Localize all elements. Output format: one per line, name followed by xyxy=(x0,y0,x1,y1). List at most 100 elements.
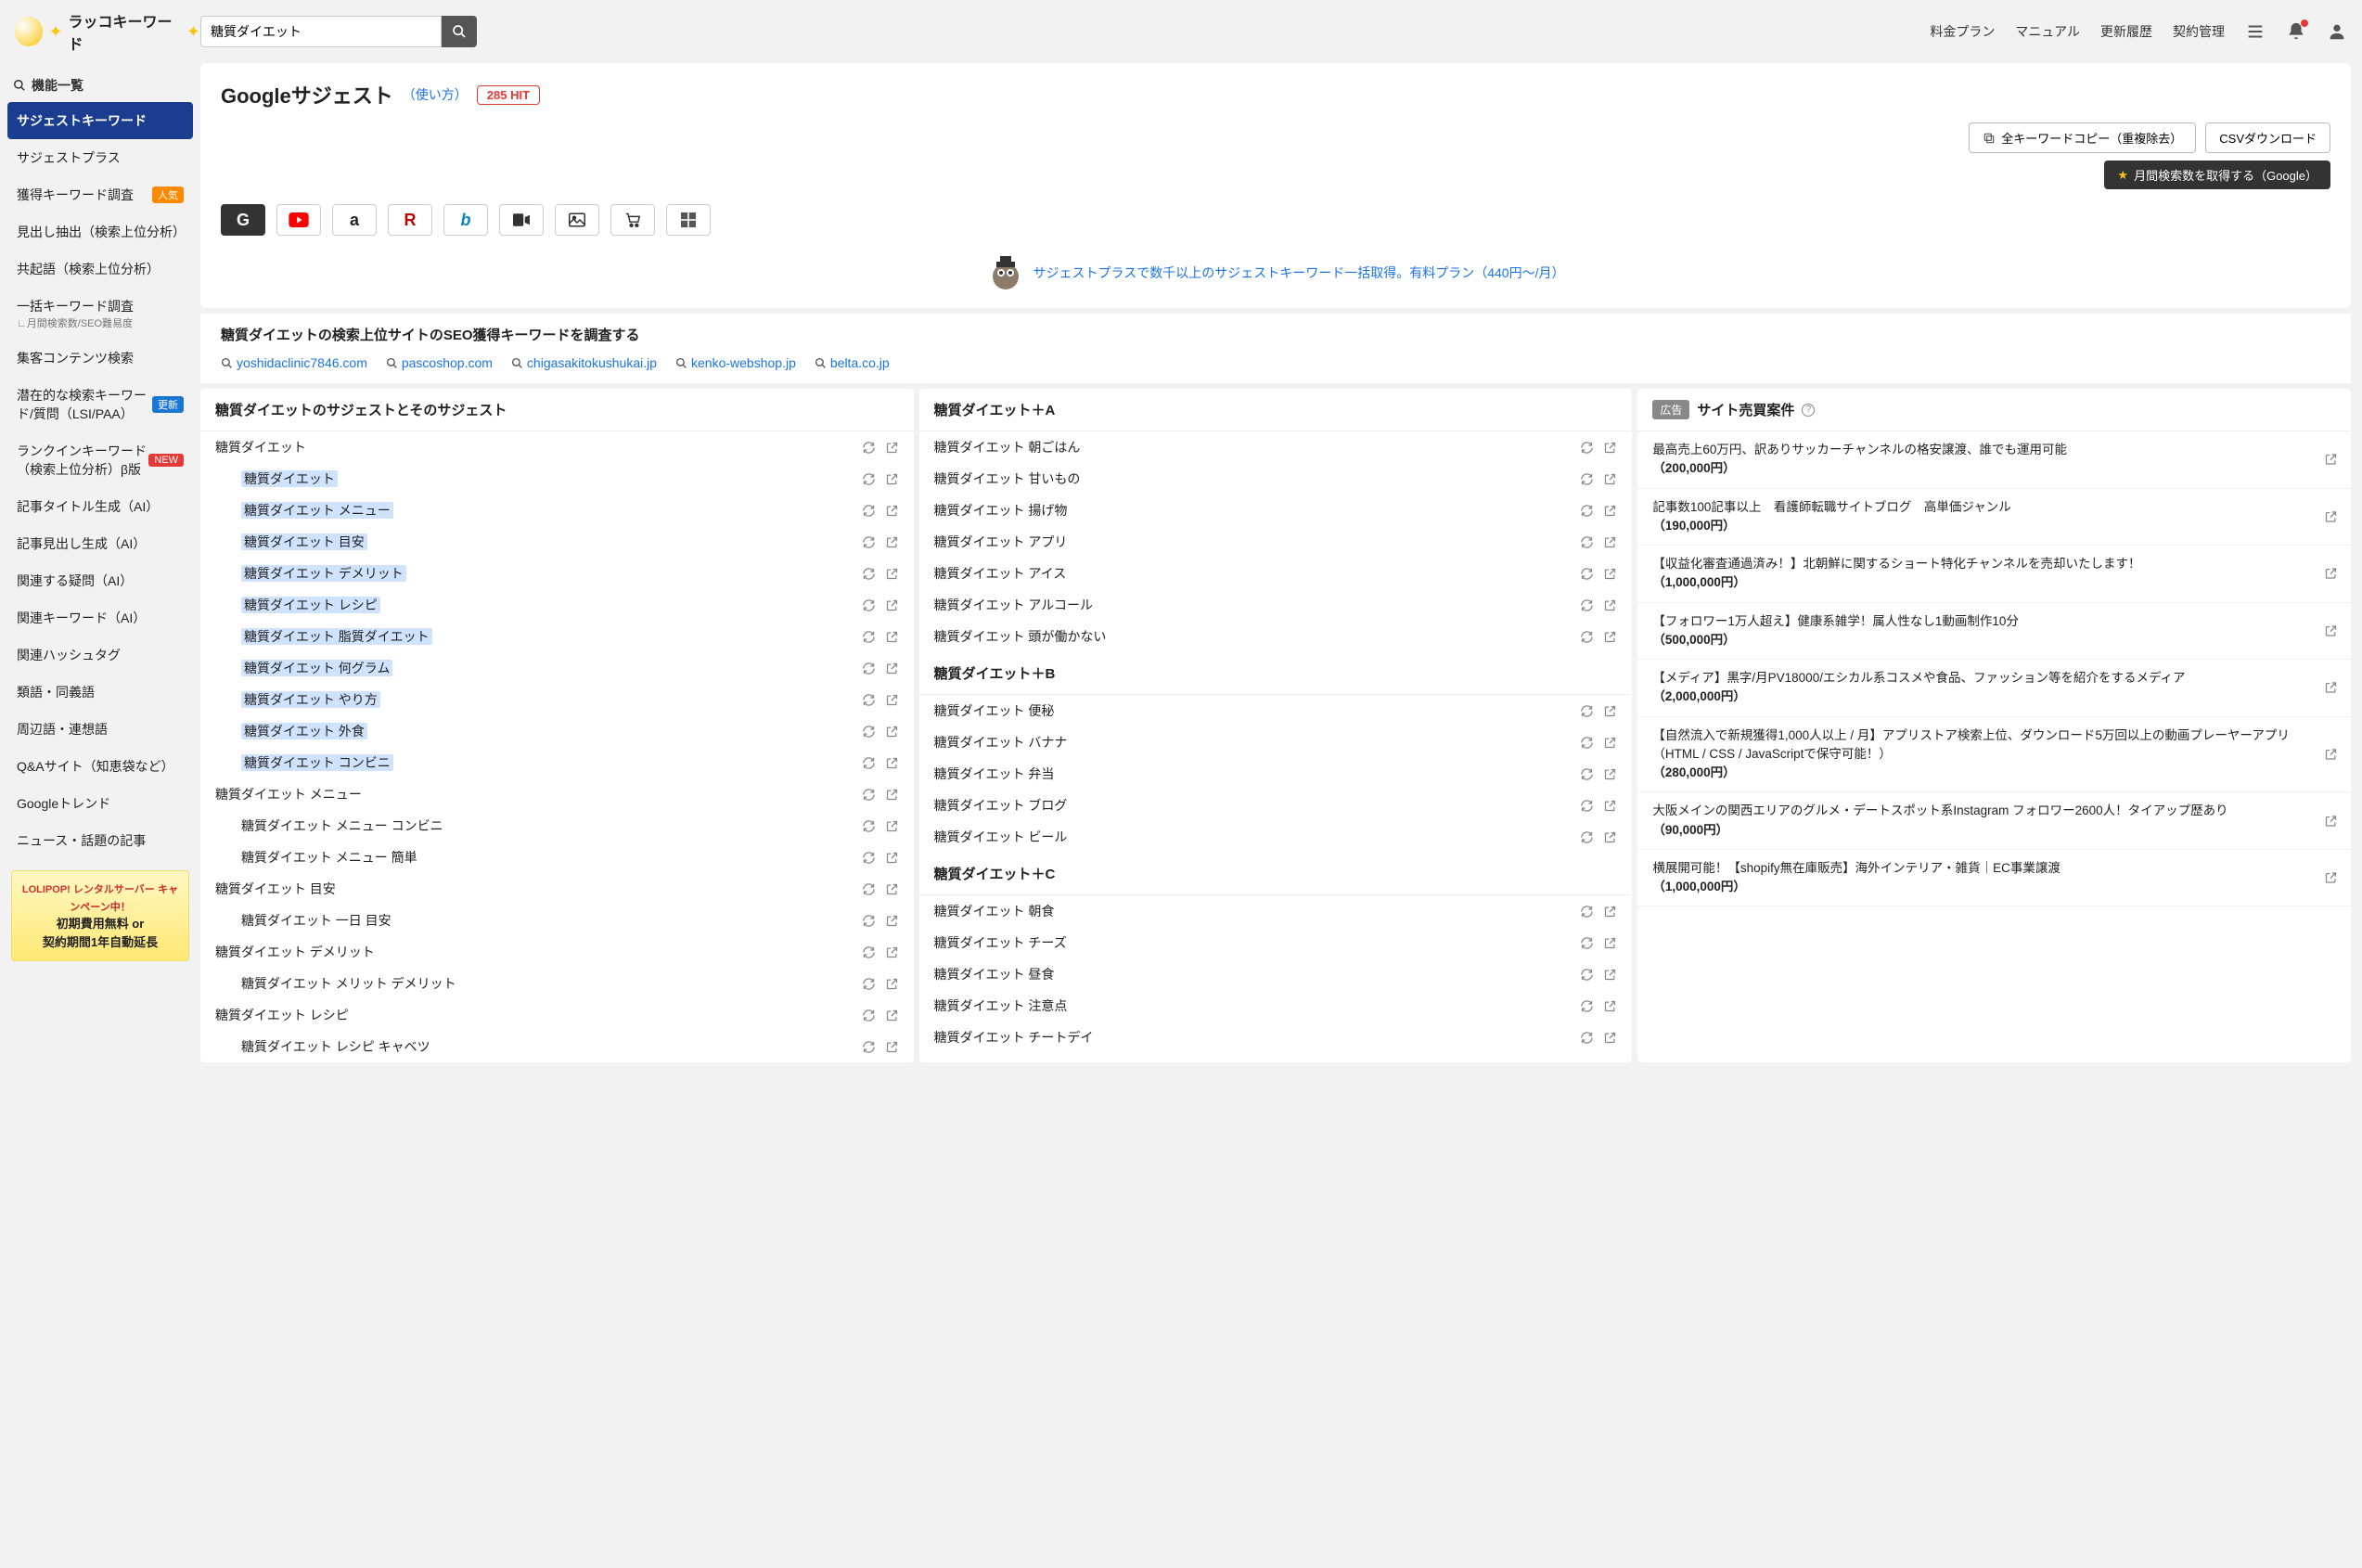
logo-area[interactable]: ✦ ラッコキーワード ✦ xyxy=(15,9,200,54)
open-icon[interactable] xyxy=(1603,968,1617,982)
source-shopping[interactable] xyxy=(610,204,655,236)
kw-row[interactable]: 糖質ダイエット 朝ごはん xyxy=(919,431,1633,463)
ad-item[interactable]: 記事数100記事以上 看護師転職サイトブログ 高単価ジャンル（190,000円） xyxy=(1637,489,2351,546)
open-icon[interactable] xyxy=(1603,472,1617,486)
reload-icon[interactable] xyxy=(862,788,876,802)
kw-row[interactable]: 糖質ダイエット やり方 xyxy=(200,684,914,715)
user-icon[interactable] xyxy=(2327,21,2347,42)
reload-icon[interactable] xyxy=(1580,905,1594,919)
ad-item[interactable]: 大阪メインの関西エリアのグルメ・デートスポット系Instagram フォロワー2… xyxy=(1637,792,2351,850)
open-icon[interactable] xyxy=(2324,871,2338,885)
reload-icon[interactable] xyxy=(1580,567,1594,581)
sidebar-item[interactable]: 関連キーワード（AI） xyxy=(7,599,193,636)
open-icon[interactable] xyxy=(1603,999,1617,1013)
kw-group-title[interactable]: 糖質ダイエット レシピ xyxy=(200,999,914,1031)
open-icon[interactable] xyxy=(1603,567,1617,581)
ad-item[interactable]: 【自然流入で新規獲得1,000人以上 / 月】アプリストア検索上位、ダウンロード… xyxy=(1637,717,2351,793)
reload-icon[interactable] xyxy=(862,914,876,928)
sidebar-item[interactable]: サジェストキーワード xyxy=(7,102,193,139)
sidebar-ad[interactable]: LOLIPOP! レンタルサーバー キャンペーン中！ 初期費用無料 or 契約期… xyxy=(11,870,189,961)
source-video[interactable] xyxy=(499,204,544,236)
copy-all-button[interactable]: 全キーワードコピー（重複除去） xyxy=(1969,122,2196,153)
sidebar-item[interactable]: サジェストプラス xyxy=(7,139,193,176)
source-amazon[interactable]: a xyxy=(332,204,377,236)
sidebar-item[interactable]: Q&Aサイト（知恵袋など） xyxy=(7,748,193,785)
open-icon[interactable] xyxy=(1603,905,1617,919)
open-icon[interactable] xyxy=(1603,1031,1617,1045)
kw-row[interactable]: 糖質ダイエット 外食 xyxy=(200,715,914,747)
reload-icon[interactable] xyxy=(1580,799,1594,813)
domain-link[interactable]: belta.co.jp xyxy=(815,355,890,370)
bell-icon[interactable] xyxy=(2286,21,2306,42)
open-icon[interactable] xyxy=(885,693,899,707)
open-icon[interactable] xyxy=(2324,453,2338,467)
reload-icon[interactable] xyxy=(1580,630,1594,644)
sidebar-item[interactable]: 獲得キーワード調査人気 xyxy=(7,176,193,213)
search-button[interactable] xyxy=(442,16,477,47)
open-icon[interactable] xyxy=(2324,623,2338,637)
open-icon[interactable] xyxy=(2324,747,2338,761)
sidebar-item[interactable]: 見出し抽出（検索上位分析） xyxy=(7,213,193,251)
open-icon[interactable] xyxy=(885,567,899,581)
open-icon[interactable] xyxy=(2324,567,2338,581)
reload-icon[interactable] xyxy=(862,535,876,549)
open-icon[interactable] xyxy=(1603,630,1617,644)
ad-item[interactable]: 【収益化審査通過済み！】北朝鮮に関するショート特化チャンネルを売却いたします！（… xyxy=(1637,546,2351,603)
open-icon[interactable] xyxy=(885,630,899,644)
reload-icon[interactable] xyxy=(1580,441,1594,455)
open-icon[interactable] xyxy=(885,756,899,770)
reload-icon[interactable] xyxy=(862,945,876,959)
sidebar-item[interactable]: 周辺語・連想語 xyxy=(7,711,193,748)
open-icon[interactable] xyxy=(1603,504,1617,518)
reload-icon[interactable] xyxy=(1580,830,1594,844)
kw-row[interactable]: 糖質ダイエット メリット デメリット xyxy=(200,968,914,999)
open-icon[interactable] xyxy=(885,851,899,865)
open-icon[interactable] xyxy=(885,598,899,612)
reload-icon[interactable] xyxy=(1580,535,1594,549)
reload-icon[interactable] xyxy=(1580,736,1594,750)
open-icon[interactable] xyxy=(1603,704,1617,718)
kw-row[interactable]: 糖質ダイエット 揚げ物 xyxy=(919,495,1633,526)
kw-row[interactable]: 糖質ダイエット メニュー コンビニ xyxy=(200,810,914,842)
reload-icon[interactable] xyxy=(1580,598,1594,612)
open-icon[interactable] xyxy=(1603,441,1617,455)
reload-icon[interactable] xyxy=(1580,472,1594,486)
open-icon[interactable] xyxy=(2324,681,2338,695)
open-icon[interactable] xyxy=(2324,509,2338,523)
open-icon[interactable] xyxy=(885,819,899,833)
sidebar-item[interactable]: 共起語（検索上位分析） xyxy=(7,251,193,288)
kw-row[interactable]: 糖質ダイエット ビール xyxy=(919,821,1633,853)
kw-row[interactable]: 糖質ダイエット 注意点 xyxy=(919,990,1633,1022)
usage-link[interactable]: （使い方） xyxy=(403,85,468,104)
reload-icon[interactable] xyxy=(862,662,876,675)
sidebar-item[interactable]: ランクインキーワード（検索上位分析）β版NEW xyxy=(7,432,193,488)
open-icon[interactable] xyxy=(885,1040,899,1054)
nav-manual[interactable]: マニュアル xyxy=(2015,22,2080,41)
reload-icon[interactable] xyxy=(862,882,876,896)
ad-item[interactable]: 最高売上60万円、訳ありサッカーチャンネルの格安譲渡、誰でも運用可能（200,0… xyxy=(1637,431,2351,489)
kw-row[interactable]: 糖質ダイエット 甘いもの xyxy=(919,463,1633,495)
kw-row[interactable]: 糖質ダイエット レシピ xyxy=(200,589,914,621)
reload-icon[interactable] xyxy=(862,851,876,865)
kw-row[interactable]: 糖質ダイエット デメリット xyxy=(200,558,914,589)
domain-link[interactable]: pascoshop.com xyxy=(386,355,493,370)
sidebar-item[interactable]: 集客コンテンツ検索 xyxy=(7,340,193,377)
open-icon[interactable] xyxy=(1603,936,1617,950)
open-icon[interactable] xyxy=(885,504,899,518)
source-bing[interactable]: b xyxy=(443,204,488,236)
domain-link[interactable]: chigasakitokushukai.jp xyxy=(511,355,657,370)
reload-icon[interactable] xyxy=(1580,999,1594,1013)
ad-item[interactable]: 【メディア】黒字/月PV18000/エシカル系コスメや食品、ファッション等を紹介… xyxy=(1637,660,2351,717)
open-icon[interactable] xyxy=(885,662,899,675)
kw-row[interactable]: 糖質ダイエット 頭が働かない xyxy=(919,621,1633,652)
open-icon[interactable] xyxy=(1603,799,1617,813)
source-image[interactable] xyxy=(555,204,599,236)
help-icon[interactable]: ? xyxy=(1802,404,1815,417)
reload-icon[interactable] xyxy=(862,504,876,518)
kw-row[interactable]: 糖質ダイエット チーズ xyxy=(919,927,1633,958)
kw-row[interactable]: 糖質ダイエット バナナ xyxy=(919,726,1633,758)
sidebar-item[interactable]: 類語・同義語 xyxy=(7,674,193,711)
sidebar-item[interactable]: 潜在的な検索キーワード/質問（LSI/PAA）更新 xyxy=(7,377,193,432)
open-icon[interactable] xyxy=(885,725,899,739)
sidebar-item[interactable]: 関連ハッシュタグ xyxy=(7,636,193,674)
